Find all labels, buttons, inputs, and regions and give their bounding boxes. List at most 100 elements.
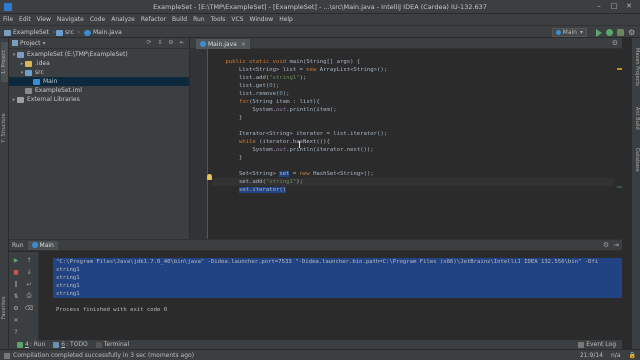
close-window-button[interactable]: ✕ [624, 2, 634, 11]
settings-gear-icon[interactable]: ⚙ [628, 28, 636, 37]
breadcrumb-project[interactable]: ExampleSet › [4, 28, 55, 37]
settings-icon[interactable]: ⚙ [12, 304, 20, 312]
tool-tab-database[interactable]: Database [633, 142, 640, 178]
tree-node[interactable]: ▾ src [9, 68, 189, 77]
tool-tab-maven[interactable]: Maven Projects [633, 42, 640, 92]
tool-windows-icon[interactable] [4, 352, 10, 359]
code-line[interactable]: Iterator<String> iterator = list.iterato… [212, 130, 387, 138]
bottom-tab-terminal[interactable]: Terminal [95, 341, 129, 348]
tree-node[interactable]: ▸ External Libraries [9, 95, 189, 104]
minimize-button[interactable]: – [594, 2, 604, 11]
sync-icon[interactable]: ⟳ [145, 39, 153, 47]
status-bar: Compilation completed successfully in 3 … [0, 349, 640, 360]
scroll-up-icon[interactable]: ↑ [25, 256, 33, 264]
rerun-icon[interactable]: ▶ [12, 256, 20, 264]
gear-icon[interactable]: ⚙ [603, 241, 609, 249]
code-token: list.get( [212, 83, 270, 89]
status-message: Compilation completed successfully in 3 … [4, 352, 194, 359]
collapse-icon[interactable]: ⇕ [156, 39, 164, 47]
code-line[interactable]: public static void main(String[] args) { [212, 58, 360, 66]
code-line[interactable]: System.out.println(iterator.next()); [212, 146, 374, 154]
tool-tab-structure[interactable]: 7: Structure [1, 108, 8, 148]
menu-analyze[interactable]: Analyze [111, 14, 135, 25]
code-line[interactable]: while (iterator.hasNext()){ [212, 138, 330, 146]
editor-tab-main-java[interactable]: Main.java × [196, 39, 250, 49]
bottom-tab-run[interactable]: 4 : Run [17, 341, 45, 348]
breadcrumb-src[interactable]: src › [56, 28, 80, 37]
coverage-icon[interactable] [617, 29, 624, 36]
maximize-button[interactable]: □ [609, 2, 619, 11]
code-token: .println(iterator.next()); [286, 147, 374, 153]
code-line[interactable]: System.out.println(item); [212, 106, 336, 114]
event-log-tab[interactable]: Event Log [578, 341, 616, 348]
code-line[interactable]: list.add("string1"); [212, 74, 306, 82]
close-tab-icon[interactable]: × [241, 41, 246, 48]
menu-refactor[interactable]: Refactor [141, 14, 166, 25]
scroll-down-icon[interactable]: ↓ [25, 268, 33, 276]
run-tab-main[interactable]: Main [27, 240, 58, 250]
help-icon[interactable]: ? [12, 328, 20, 336]
tool-tab-project[interactable]: 1: Project [1, 42, 8, 82]
tree-node[interactable]: ▾ ExampleSet (E:\TMP\ExampleSet) [9, 50, 189, 59]
print-icon[interactable]: ⎙ [25, 292, 33, 300]
menu-code[interactable]: Code [90, 14, 105, 25]
dump-threads-icon[interactable]: ⇅ [12, 292, 20, 300]
code-line[interactable]: } [212, 154, 242, 162]
soft-wrap-icon[interactable]: ↵ [25, 280, 33, 288]
scroll-marker-warning[interactable] [617, 68, 622, 70]
menu-window[interactable]: Window [250, 14, 274, 25]
gear-icon[interactable]: ⚙ [167, 39, 175, 47]
file-encoding[interactable]: n/a [611, 352, 621, 359]
menu-run[interactable]: Run [193, 14, 205, 25]
breadcrumb-file[interactable]: Main.java [84, 28, 122, 37]
tool-tab-ant[interactable]: Ant Build [633, 100, 640, 136]
chevron-down-icon[interactable]: ▾ [43, 40, 46, 47]
code-line[interactable]: Set<String> set = new HashSet<String>(); [212, 170, 374, 178]
code-token: System. [212, 107, 276, 113]
run-configuration-select[interactable]: Main ▾ [551, 28, 587, 37]
code-line[interactable]: list.remove(0); [212, 90, 290, 98]
menu-help[interactable]: Help [279, 14, 293, 25]
menu-view[interactable]: View [37, 14, 51, 25]
debug-icon[interactable] [606, 29, 613, 36]
caret-position[interactable]: 21:9/14 [580, 352, 603, 359]
menu-navigate[interactable]: Navigate [57, 14, 84, 25]
editor-tabs: Main.java × ⚙ [190, 38, 622, 49]
tool-tab-favorites[interactable]: Favorites [1, 288, 8, 328]
code-line[interactable]: list.get(0); [212, 82, 279, 90]
menu-tools[interactable]: Tools [211, 14, 226, 25]
code-line[interactable]: List<String> list = new ArrayList<String… [212, 66, 387, 74]
project-panel-title[interactable]: Project [20, 40, 41, 47]
hide-panel-icon[interactable]: ⇥ [613, 241, 619, 249]
menu-build[interactable]: Build [172, 14, 187, 25]
pause-icon[interactable]: ‖ [12, 280, 20, 288]
menu-vcs[interactable]: VCS [231, 14, 243, 25]
lock-icon[interactable]: 🔒 [629, 352, 636, 359]
editor-settings-icon[interactable]: ⚙ [612, 39, 618, 47]
bottom-tab-todo[interactable]: 6 : TODO [53, 341, 88, 348]
code-token: set [279, 171, 290, 177]
stop-icon[interactable]: ■ [12, 268, 20, 276]
run-play-icon[interactable] [596, 28, 602, 37]
run-console-output[interactable]: "C:\Program Files\Java\jdk1.7.0_40\bin\j… [53, 252, 622, 349]
scroll-marker-usage[interactable] [617, 186, 622, 188]
editor-gutter[interactable] [190, 49, 208, 239]
clear-all-icon[interactable]: ⌫ [25, 304, 33, 312]
code-area[interactable]: public static void main(String[] args) {… [207, 50, 614, 239]
menu-file[interactable]: File [3, 14, 13, 25]
code-line[interactable]: set.add("string1"); [212, 178, 303, 186]
code-token: while [238, 139, 256, 145]
code-line[interactable]: set.iterator() [212, 186, 287, 194]
close-icon[interactable]: ✕ [12, 316, 20, 324]
tree-node[interactable]: ExampleSet.iml [9, 86, 189, 95]
code-line[interactable]: } [212, 114, 242, 122]
code-line[interactable]: for(String item : list){ [212, 98, 320, 106]
code-token: new [299, 171, 314, 177]
src-folder-icon [25, 69, 32, 76]
bottom-tab-run-label: : Run [29, 341, 46, 348]
hide-panel-icon[interactable]: ⇤ [178, 39, 186, 47]
menu-edit[interactable]: Edit [19, 14, 31, 25]
tree-node[interactable]: Main [9, 77, 189, 86]
tree-node[interactable]: ▸ .idea [9, 59, 189, 68]
